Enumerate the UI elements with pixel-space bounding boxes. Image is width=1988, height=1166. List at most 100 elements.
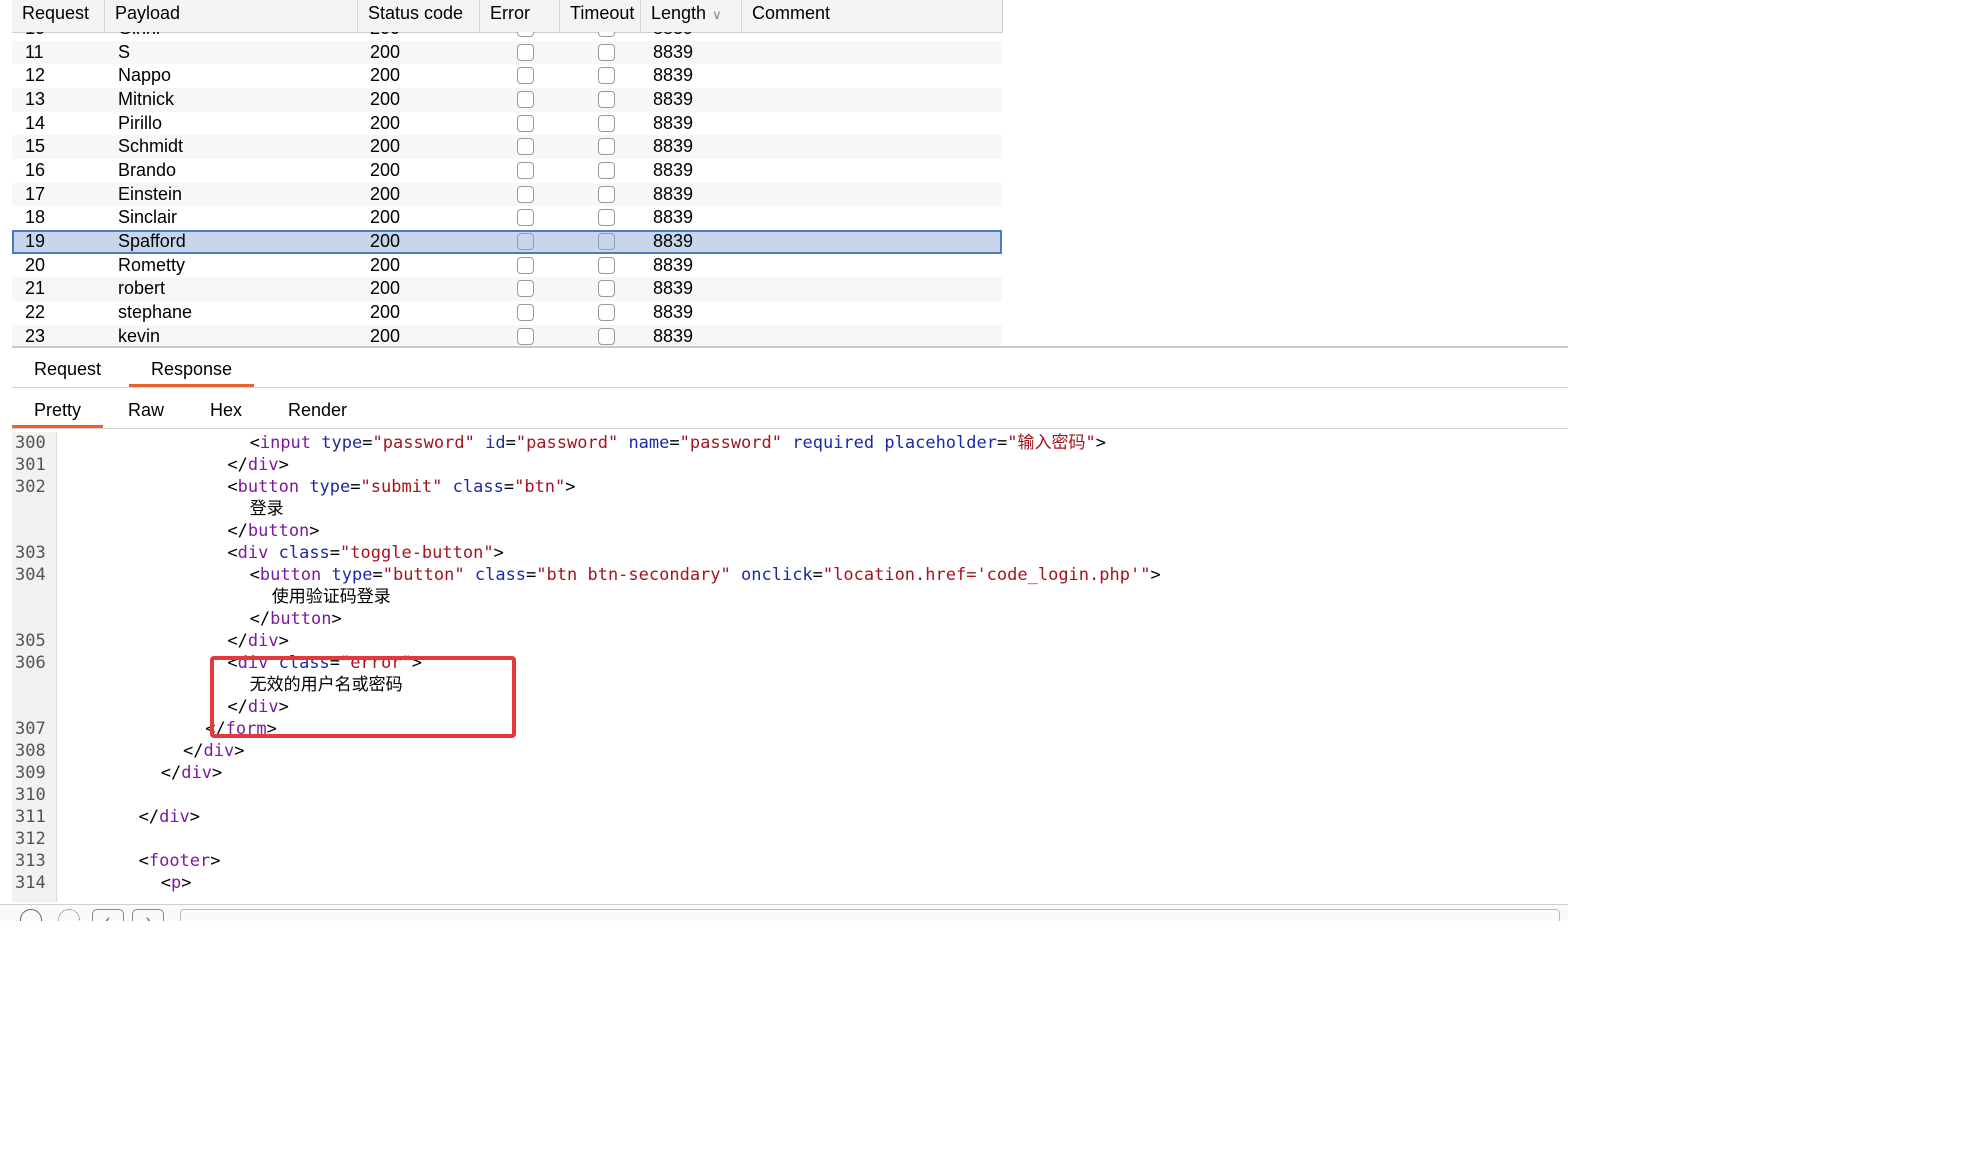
error-checkbox: [517, 327, 534, 345]
timeout-checkbox: [598, 138, 615, 156]
cell-request: 14: [25, 112, 46, 133]
table-row[interactable]: 12 Nappo 200 8839: [12, 64, 1002, 88]
column-header-timeout[interactable]: Timeout: [560, 0, 641, 32]
timeout-checkbox: [598, 161, 615, 179]
code-token: <: [249, 565, 260, 585]
table-row[interactable]: 14 Pirillo 200 8839: [12, 112, 1002, 136]
table-row[interactable]: 22 stephane 200 8839: [12, 301, 1002, 325]
tab-raw[interactable]: Raw: [106, 399, 186, 428]
code-token: =: [526, 565, 537, 585]
code-line: <p>: [161, 872, 192, 894]
code-token: =: [372, 565, 383, 585]
table-row[interactable]: 16 Brando 200 8839: [12, 159, 1002, 183]
code-token: "toggle-button": [340, 543, 494, 563]
code-line: <button type="button" class="btn btn-sec…: [250, 564, 1161, 586]
line-number: 300: [15, 433, 46, 453]
split-divider[interactable]: [12, 346, 1568, 348]
code-token: </: [249, 609, 271, 629]
table-row[interactable]: 13 Mitnick 200 8839: [12, 87, 1002, 112]
tab-request[interactable]: Request: [12, 357, 123, 387]
code-token: <: [160, 873, 172, 893]
tab-hex[interactable]: Hex: [188, 399, 264, 428]
code-token: div: [203, 741, 235, 761]
timeout-checkbox: [598, 114, 615, 132]
table-row[interactable]: 20 Rometty 200 8839: [12, 254, 1002, 278]
tab-response[interactable]: Response: [129, 357, 255, 387]
column-header-comment[interactable]: Comment: [742, 0, 1002, 32]
cell-status: 200: [370, 112, 401, 133]
column-header-payload[interactable]: Payload: [105, 0, 358, 32]
column-header-status-code[interactable]: Status code: [358, 0, 480, 32]
code-token: <: [249, 433, 260, 453]
timeout-checkbox: [598, 90, 615, 108]
code-token: button: [247, 521, 310, 541]
line-number: 309: [15, 763, 46, 783]
message-tabs: Request Response: [12, 349, 1568, 388]
table-row[interactable]: 11 S 200 8839: [12, 40, 1002, 65]
table-row[interactable]: 23 kevin 200 8839: [12, 324, 1002, 346]
cell-request: 13: [25, 88, 46, 109]
code-token: =: [996, 433, 1008, 453]
cell-status: 200: [370, 278, 401, 299]
code-token: </: [227, 521, 248, 541]
column-header-error[interactable]: Error: [480, 0, 560, 32]
cell-payload: Schmidt: [118, 136, 184, 157]
error-checkbox: [517, 90, 534, 108]
error-checkbox: [517, 161, 534, 179]
code-token: =: [350, 477, 361, 497]
code-token: "输入密码": [1007, 433, 1096, 453]
code-token: >: [331, 609, 342, 629]
code-token: <: [227, 543, 238, 563]
cell-length: 8839: [653, 65, 694, 86]
line-number: [15, 608, 53, 630]
code-token: </: [227, 631, 248, 651]
error-checkbox: [517, 232, 534, 250]
line-number: 304: [15, 565, 46, 585]
code-token: button: [259, 565, 322, 585]
code-token: =: [503, 477, 515, 497]
cell-length: 8839: [653, 207, 694, 228]
code-token: =: [362, 433, 373, 453]
code-token: div: [181, 763, 212, 783]
table-row[interactable]: 10 Ginni 200 8839: [12, 32, 1002, 41]
cell-length: 8839: [653, 278, 694, 299]
line-number: [15, 586, 53, 608]
column-header-length[interactable]: Length ∨: [641, 0, 742, 32]
table-row[interactable]: 21 robert 200 8839: [12, 277, 1002, 301]
table-row[interactable]: 18 Sinclair 200 8839: [12, 206, 1002, 230]
search-input[interactable]: [180, 909, 1560, 921]
error-checkbox: [517, 256, 534, 274]
cell-length: 8839: [653, 41, 694, 62]
code-line: </button>: [227, 520, 319, 542]
table-row[interactable]: 15 Schmidt 200 8839: [12, 135, 1002, 159]
table-row[interactable]: 17 Einstein 200 8839: [12, 182, 1002, 207]
help-icon[interactable]: [20, 909, 42, 921]
timeout-checkbox: [598, 303, 615, 321]
cell-payload: Pirillo: [118, 112, 163, 133]
cell-status: 200: [370, 41, 401, 62]
tab-pretty[interactable]: Pretty: [12, 399, 104, 428]
column-header-request[interactable]: Request: [12, 0, 105, 32]
bottom-toolbar: ‹ ›: [0, 904, 1568, 921]
cell-request: 15: [25, 136, 46, 157]
back-arrow-icon[interactable]: ‹: [92, 909, 124, 921]
table-row[interactable]: 19 Spafford 200 8839: [12, 229, 1002, 254]
cell-payload: Brando: [118, 159, 177, 180]
code-token: >: [493, 543, 504, 563]
forward-arrow-icon[interactable]: ›: [132, 909, 164, 921]
code-token: "button": [382, 565, 465, 585]
code-token: =: [669, 433, 680, 453]
settings-icon[interactable]: [58, 909, 80, 921]
cell-status: 200: [370, 88, 401, 109]
code-token: type: [321, 433, 363, 453]
code-token: </: [227, 455, 248, 475]
code-line: </div>: [227, 454, 288, 476]
tab-render[interactable]: Render: [266, 399, 369, 428]
code-token: required: [792, 433, 875, 453]
cell-payload: Nappo: [118, 65, 172, 86]
cell-status: 200: [370, 159, 401, 180]
line-number: 307: [15, 719, 46, 739]
code-line: 使用验证码登录: [272, 586, 391, 608]
